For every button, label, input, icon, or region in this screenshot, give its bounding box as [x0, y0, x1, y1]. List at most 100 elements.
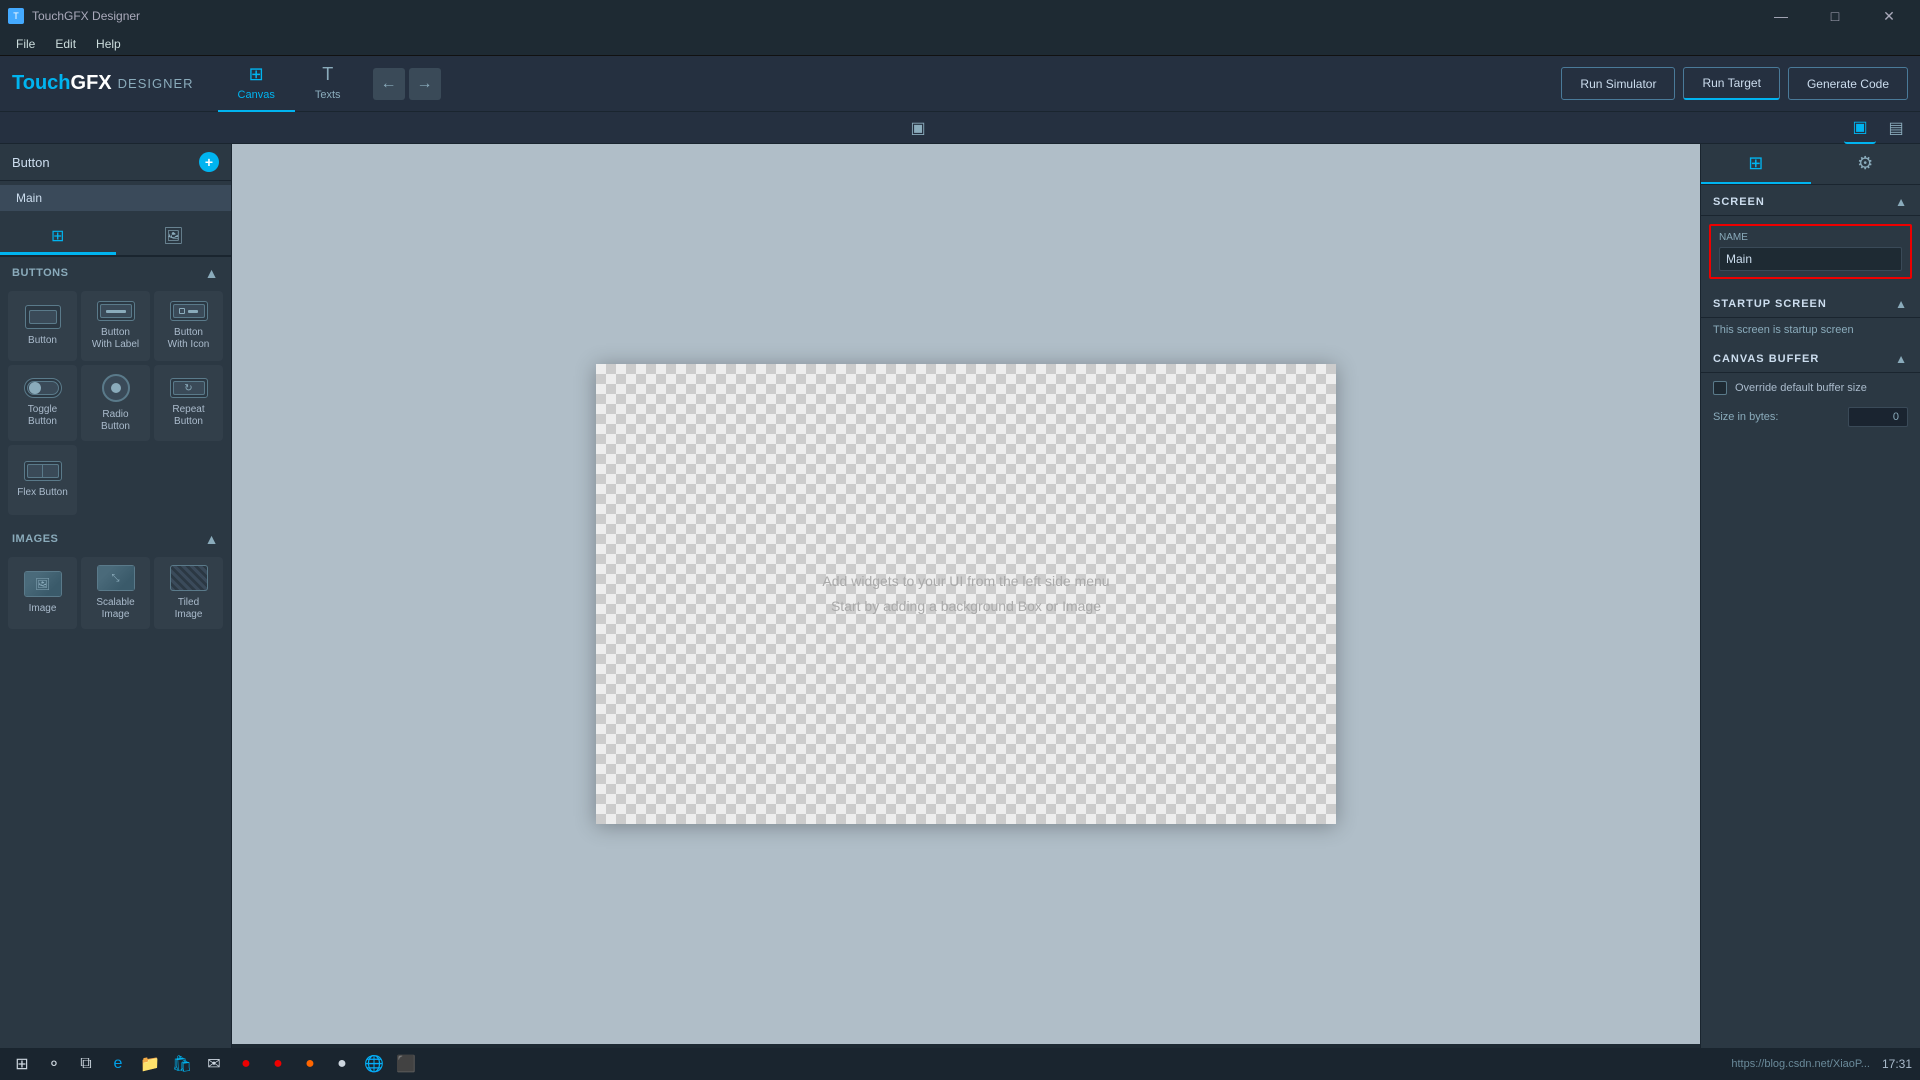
button-with-icon-text: ButtonWith Icon	[168, 327, 210, 351]
button-label: Button	[28, 335, 57, 347]
taskbar-edge-icon[interactable]: e	[104, 1050, 132, 1078]
images-grid: 🖼 Image ⤡ ScalableImage	[0, 553, 231, 711]
taskbar-url: https://blog.csdn.net/XiaoP...	[1731, 1058, 1870, 1070]
widget-tabs: ⊞ 🖼	[0, 219, 231, 257]
texts-label: Texts	[315, 89, 341, 101]
radio-button-icon	[101, 373, 131, 403]
buttons-label: BUTTONS	[12, 267, 68, 279]
override-checkbox-row: Override default buffer size	[1701, 373, 1920, 403]
redo-button[interactable]: →	[409, 68, 441, 100]
undo-button[interactable]: ←	[373, 68, 405, 100]
toggle-button-icon	[24, 378, 62, 398]
taskbar-task-view-icon[interactable]: ⧉	[72, 1050, 100, 1078]
right-panel-content: SCREEN ▲ NAME STARTUP SCREEN ▲ This scre…	[1701, 185, 1920, 1080]
second-toolbar: ▣ ▣ ▤	[0, 112, 1920, 144]
button-with-label-text: ButtonWith Label	[92, 327, 139, 351]
widget-tab-images[interactable]: 🖼	[116, 219, 232, 255]
maximize-button[interactable]: □	[1812, 0, 1858, 32]
canvas-buffer-collapse-icon[interactable]: ▲	[1895, 352, 1908, 366]
canvas-buffer-title: CANVAS BUFFER	[1713, 353, 1819, 365]
add-widget-button[interactable]: +	[199, 152, 219, 172]
widget-repeat-button[interactable]: ↻ RepeatButton	[154, 365, 223, 441]
screen-view-icon[interactable]: ▣	[902, 114, 934, 142]
canvas-container: Add widgets to your UI from the left sid…	[232, 144, 1700, 1044]
app-title: TouchGFX Designer	[32, 9, 140, 23]
tiled-image-label: TiledImage	[175, 597, 203, 621]
properties-view-icon[interactable]: ▣	[1844, 112, 1876, 144]
app-icon: T	[8, 8, 24, 24]
toolbar-actions: Run Simulator Run Target Generate Code	[1561, 67, 1908, 100]
radio-button-text: RadioButton	[101, 409, 130, 433]
texts-icon: T	[322, 64, 333, 85]
toolbar-tabs: ⊞ Canvas T Texts	[218, 56, 361, 112]
add-tab-icon: ⊞	[51, 226, 64, 246]
canvas-viewport[interactable]: Add widgets to your UI from the left sid…	[596, 364, 1336, 824]
widget-scalable-image[interactable]: ⤡ ScalableImage	[81, 557, 150, 629]
canvas-checker: Add widgets to your UI from the left sid…	[596, 364, 1336, 824]
widget-tiled-image[interactable]: TiledImage	[154, 557, 223, 629]
taskbar-browser-icon[interactable]: 🌐	[360, 1050, 388, 1078]
generate-code-button[interactable]: Generate Code	[1788, 67, 1908, 100]
widget-radio-button[interactable]: RadioButton	[81, 365, 150, 441]
size-bytes-value: 0	[1848, 407, 1908, 427]
screen-section-label: SCREEN ▲	[1701, 185, 1920, 216]
widget-button-with-icon[interactable]: ButtonWith Icon	[154, 291, 223, 361]
scalable-image-label: ScalableImage	[96, 597, 134, 621]
widget-tab-add[interactable]: ⊞	[0, 219, 116, 255]
right-tab-interactions[interactable]: ⚙	[1811, 144, 1920, 184]
buttons-grid: Button ButtonWith Label	[0, 287, 231, 523]
override-checkbox[interactable]	[1713, 381, 1727, 395]
taskbar: ⊞ ⚬ ⧉ e 📁 🛍 ✉ ● ● ● ● 🌐 ⬛ https://blog.c…	[0, 1048, 1920, 1080]
name-input[interactable]	[1719, 247, 1902, 271]
widget-toggle-button[interactable]: ToggleButton	[8, 365, 77, 441]
buttons-collapse-icon[interactable]: ▲	[205, 265, 219, 281]
taskbar-app4-icon[interactable]: ●	[328, 1050, 356, 1078]
startup-collapse-icon[interactable]: ▲	[1895, 297, 1908, 311]
canvas-buffer-section-label: CANVAS BUFFER ▲	[1701, 342, 1920, 373]
flex-button-label: Flex Button	[17, 487, 68, 499]
interactions-view-icon[interactable]: ▤	[1880, 112, 1912, 144]
startup-text: This screen is startup screen	[1701, 318, 1920, 342]
tab-canvas[interactable]: ⊞ Canvas	[218, 56, 295, 112]
taskbar-app2-icon[interactable]: ●	[264, 1050, 292, 1078]
minimize-button[interactable]: —	[1758, 0, 1804, 32]
taskbar-app3-icon[interactable]: ●	[296, 1050, 324, 1078]
taskbar-windows-icon[interactable]: ⊞	[8, 1050, 36, 1078]
widget-button[interactable]: Button	[8, 291, 77, 361]
widget-flex-button[interactable]: Flex Button	[8, 445, 77, 515]
brand-name: TouchGFX	[12, 72, 112, 95]
taskbar-store-icon[interactable]: 🛍	[168, 1050, 196, 1078]
run-target-button[interactable]: Run Target	[1683, 67, 1779, 100]
right-panel: ⊞ ⚙ SCREEN ▲ NAME STARTUP SCREEN	[1700, 144, 1920, 1080]
button-icon	[25, 305, 61, 329]
canvas-icon: ⊞	[249, 64, 264, 85]
screen-collapse-icon[interactable]: ▲	[1895, 195, 1908, 209]
taskbar-mail-icon[interactable]: ✉	[200, 1050, 228, 1078]
size-bytes-row: Size in bytes: 0	[1701, 403, 1920, 435]
taskbar-search-icon[interactable]: ⚬	[40, 1050, 68, 1078]
widget-button-with-label[interactable]: ButtonWith Label	[81, 291, 150, 361]
tab-texts[interactable]: T Texts	[295, 56, 361, 112]
toggle-button-text: ToggleButton	[28, 404, 57, 428]
screen-main[interactable]: Main	[0, 185, 231, 211]
button-with-icon-icon	[170, 301, 208, 321]
menubar: File Edit Help	[0, 32, 1920, 56]
images-collapse-icon[interactable]: ▲	[205, 531, 219, 547]
widget-scroll: BUTTONS ▲ Button	[0, 257, 231, 1080]
name-section: NAME	[1709, 224, 1912, 279]
left-panel: Button + Main ⊞ 🖼 BUTTONS ▲	[0, 144, 232, 1080]
menu-edit[interactable]: Edit	[47, 35, 84, 53]
menu-file[interactable]: File	[8, 35, 43, 53]
canvas-label: Canvas	[238, 89, 275, 101]
tiled-image-icon	[170, 565, 208, 591]
taskbar-app1-icon[interactable]: ●	[232, 1050, 260, 1078]
right-tab-properties[interactable]: ⊞	[1701, 144, 1811, 184]
images-section-header: IMAGES ▲	[0, 523, 231, 553]
run-simulator-button[interactable]: Run Simulator	[1561, 67, 1675, 100]
taskbar-app5-icon[interactable]: ⬛	[392, 1050, 420, 1078]
taskbar-files-icon[interactable]: 📁	[136, 1050, 164, 1078]
button-with-label-icon	[97, 301, 135, 321]
widget-image[interactable]: 🖼 Image	[8, 557, 77, 629]
close-button[interactable]: ✕	[1866, 0, 1912, 32]
menu-help[interactable]: Help	[88, 35, 129, 53]
